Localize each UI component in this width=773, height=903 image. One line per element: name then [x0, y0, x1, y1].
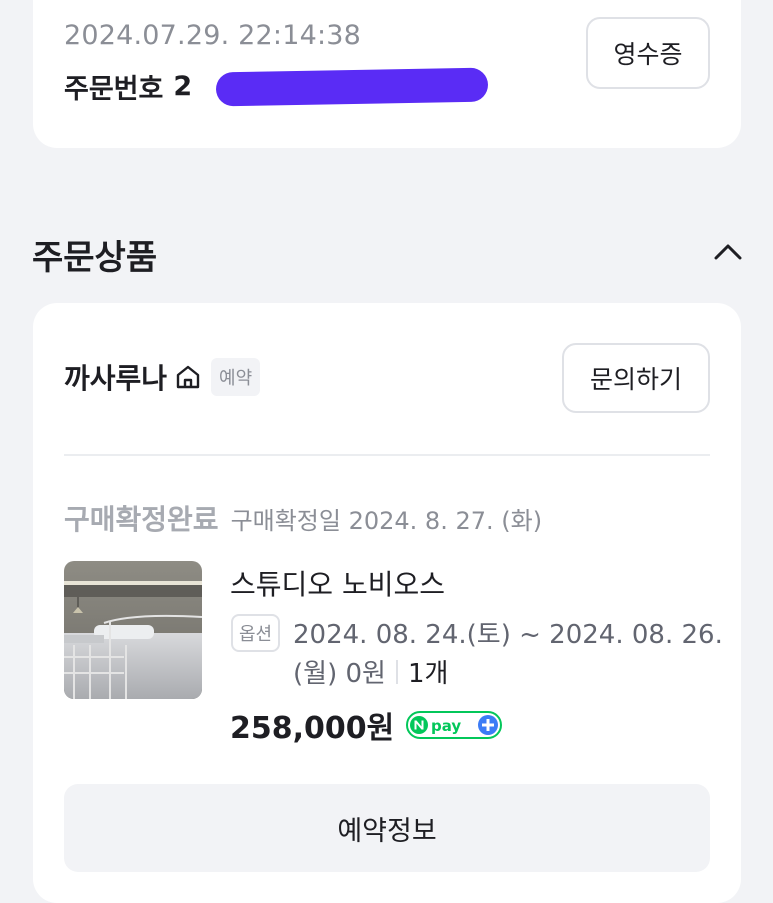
quantity: 1개: [407, 659, 449, 689]
divider: [64, 454, 710, 456]
ordered-products-header[interactable]: 주문상품: [32, 228, 744, 278]
product-thumbnail[interactable]: [64, 561, 202, 699]
order-product-card: 까사루나 예약 문의하기 구매확정완료 구매확정일 2024. 8. 27. (…: [33, 303, 741, 903]
option-dates: 2024. 08. 24.(토) ~ 2024. 08. 26.: [293, 620, 723, 650]
order-datetime: 2024.07.29. 22:14:38: [64, 20, 362, 51]
reservation-badge: 예약: [211, 358, 261, 396]
price-row: 258,000원 pay: [230, 703, 503, 747]
home-icon[interactable]: [173, 362, 203, 392]
option-details: (월) 0원 1개: [293, 653, 448, 690]
product-name[interactable]: 스튜디오 노비오스: [230, 563, 445, 603]
purchase-status-row: 구매확정완료 구매확정일 2024. 8. 27. (화): [64, 498, 542, 538]
separator: [395, 659, 398, 684]
option-badge: 옵션: [231, 614, 281, 652]
section-title: 주문상품: [32, 238, 158, 278]
purchase-confirm-date: 구매확정일 2024. 8. 27. (화): [230, 507, 543, 535]
order-number-row: 주문번호 2: [64, 66, 489, 107]
reservation-info-button[interactable]: 예약정보: [64, 784, 710, 872]
purchase-status: 구매확정완료: [64, 503, 219, 536]
receipt-button[interactable]: 영수증: [586, 17, 710, 89]
inquiry-button[interactable]: 문의하기: [562, 343, 710, 413]
npay-plus-logo: pay: [406, 711, 503, 739]
order-info-card: 2024.07.29. 22:14:38 주문번호 2 영수증: [33, 0, 741, 148]
order-number-value: 2: [173, 70, 193, 102]
order-number-label: 주문번호: [64, 73, 164, 105]
svg-text:pay: pay: [431, 717, 461, 735]
option-price: (월) 0원: [293, 659, 386, 689]
store-row[interactable]: 까사루나 예약: [64, 355, 261, 399]
store-name[interactable]: 까사루나: [64, 357, 167, 397]
product-price: 258,000원: [230, 711, 395, 746]
chevron-up-icon[interactable]: [712, 236, 744, 268]
order-number-redaction: [215, 67, 489, 107]
